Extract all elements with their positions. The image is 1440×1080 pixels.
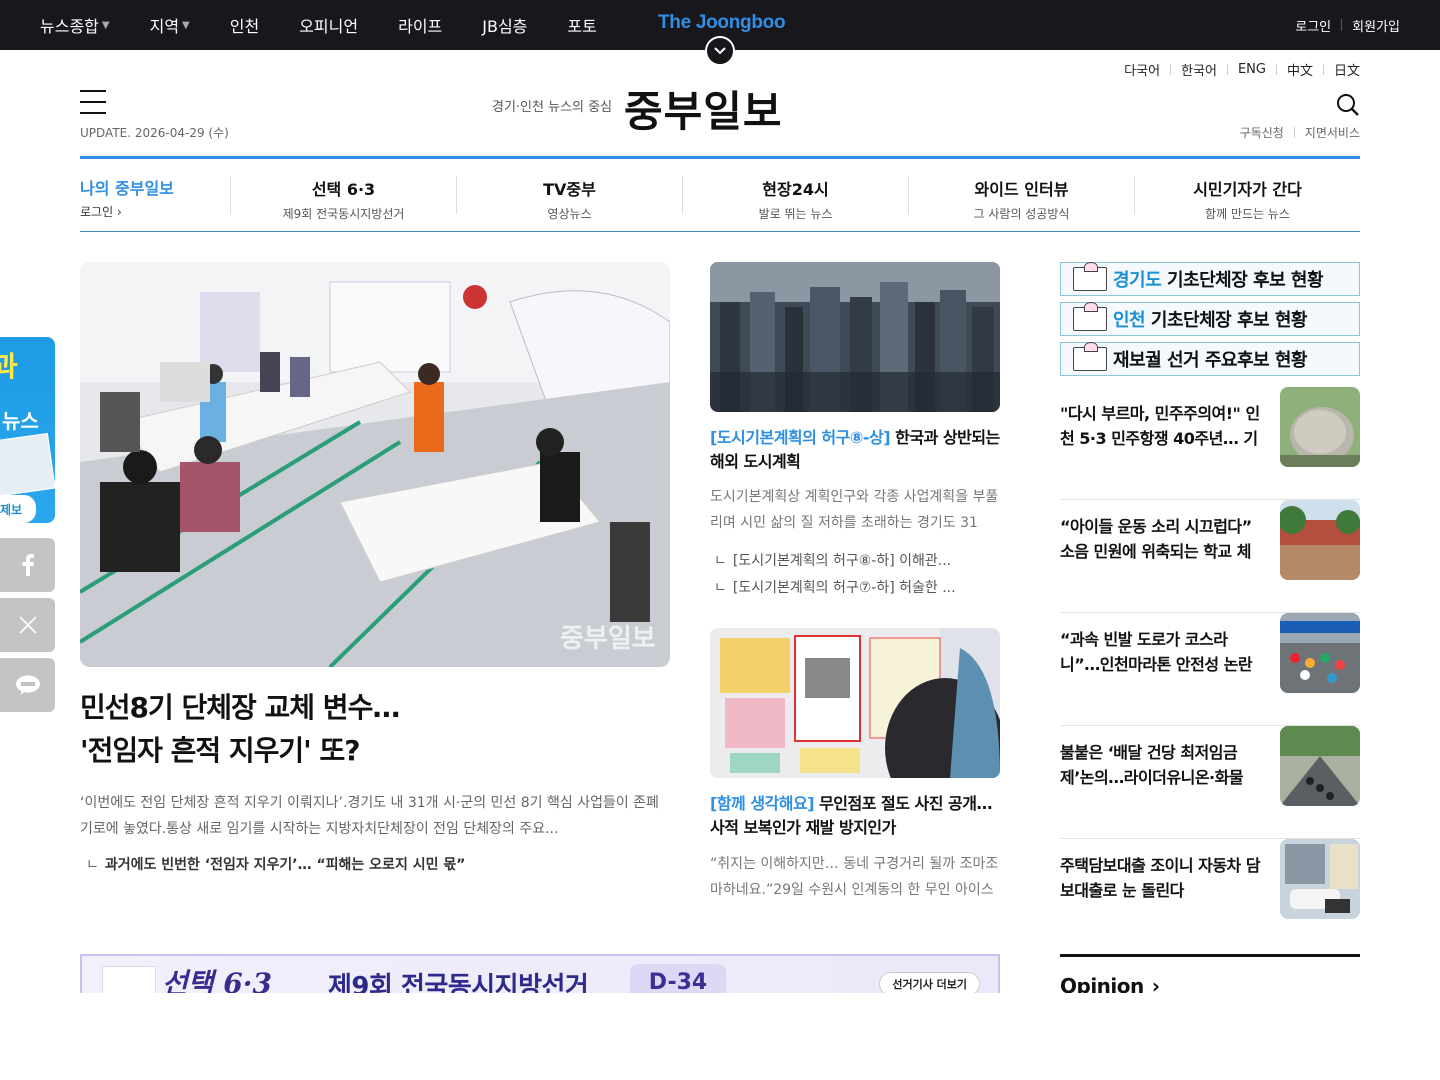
side-news-thumbnail bbox=[1280, 500, 1360, 580]
ballot-box-icon bbox=[1073, 302, 1107, 331]
nav-item-opinion[interactable]: 오피니언 bbox=[299, 13, 358, 37]
mid-article-1-related-1[interactable]: ㄴ [도시기본계획의 허구⑧-하] 이해관... bbox=[714, 550, 1000, 570]
caret-down-icon: ▼ bbox=[101, 19, 110, 31]
side-news-thumbnail bbox=[1280, 839, 1360, 919]
auth-links: 로그인 회원가입 bbox=[1295, 0, 1400, 50]
lead-summary: ‘이번에도 전임 단체장 흔적 지우기 이뤄지나’.경기도 내 31개 시·군의… bbox=[80, 795, 659, 837]
by-election-candidates-button[interactable]: 재보궐 선거 주요후보 현황 bbox=[1060, 342, 1360, 376]
side-news-item[interactable]: 주택담보대출 조이니 자동차 담보대출로 눈 돌린다 bbox=[1060, 839, 1360, 952]
opinion-section-link[interactable]: Opinion › bbox=[1060, 954, 1360, 996]
hamburger-menu-icon[interactable] bbox=[80, 90, 106, 114]
lang-japanese[interactable]: 日文 bbox=[1334, 60, 1360, 79]
mid-article-2-photo[interactable] bbox=[710, 628, 1000, 778]
site-logo[interactable]: 중부일보 bbox=[624, 78, 783, 139]
epaper-link[interactable]: 지면서비스 bbox=[1305, 124, 1360, 141]
nav-item-jb-indepth[interactable]: JB심층 bbox=[482, 13, 527, 37]
side-news-item[interactable]: “과속 빈발 도로가 코스라니”…인천마라톤 안전성 논란 bbox=[1060, 613, 1360, 726]
chevron-right-icon: › bbox=[116, 205, 122, 219]
nav-item-photo[interactable]: 포토 bbox=[567, 13, 596, 37]
language-selector: 다국어 한국어 ENG 中文 日文 bbox=[1124, 60, 1360, 79]
banner-dday: D-34 bbox=[630, 964, 726, 994]
gyeonggi-candidates-button[interactable]: 경기도 기초단체장 후보 현황 bbox=[1060, 262, 1360, 296]
login-link[interactable]: 로그인 bbox=[1295, 16, 1331, 35]
banner-more-button[interactable]: 선거기사 더보기 bbox=[879, 972, 980, 994]
section-election[interactable]: 선택 6·3 제9회 전국동시지방선거 bbox=[230, 176, 456, 221]
side-news-thumbnail bbox=[1280, 726, 1360, 806]
divider bbox=[1341, 19, 1343, 31]
floating-promo-banner[interactable]: 과 뉴스 제보 bbox=[0, 337, 55, 523]
store-notice-photo bbox=[710, 628, 1000, 778]
related-marker-icon: ㄴ bbox=[86, 857, 99, 873]
facebook-share-icon[interactable] bbox=[0, 538, 55, 592]
section-citizen-reporter[interactable]: 시민기자가 간다 함께 만드는 뉴스 bbox=[1134, 176, 1360, 221]
polling-station-photo: 중부일보 bbox=[80, 262, 670, 667]
nav-item-region[interactable]: 지역 ▼ bbox=[150, 13, 190, 37]
lang-english[interactable]: ENG bbox=[1238, 62, 1266, 77]
the-joongboo-link[interactable]: The Joongboo bbox=[658, 12, 786, 34]
lang-korean[interactable]: 한국어 bbox=[1181, 60, 1217, 79]
subscribe-link[interactable]: 구독신청 bbox=[1240, 124, 1284, 141]
signup-link[interactable]: 회원가입 bbox=[1352, 16, 1400, 35]
chevron-down-icon bbox=[714, 47, 726, 55]
lead-photo[interactable]: 중부일보 bbox=[80, 262, 670, 667]
mid-article-1-related-2[interactable]: ㄴ [도시기본계획의 허구⑦-하] 허술한 ... bbox=[714, 577, 1000, 597]
mid-article-2-summary: “취지는 이해하지만… 동네 구경거리 될까 조마조마하네요.”29일 수원시 … bbox=[710, 856, 999, 898]
side-news-item[interactable]: "다시 부르마, 민주주의여!" 인천 5·3 민주항쟁 40주년… 기 bbox=[1060, 387, 1360, 500]
ballot-box-icon bbox=[1073, 342, 1107, 371]
lang-chinese[interactable]: 中文 bbox=[1287, 60, 1313, 79]
side-news-thumbnail bbox=[1280, 613, 1360, 693]
lead-headline[interactable]: 민선8기 단체장 교체 변수… '전임자 흔적 지우기' 또? bbox=[80, 686, 670, 772]
my-joongboo-title[interactable]: 나의 중부일보 bbox=[80, 175, 230, 199]
section-wide-interview[interactable]: 와이드 인터뷰 그 사람의 성공방식 bbox=[908, 176, 1134, 221]
mid-article-1-summary: 도시기본계획상 계획인구와 각종 사업계획을 부풀리며 시민 삶의 질 저하를 … bbox=[710, 489, 999, 531]
my-joongboo: 나의 중부일보 로그인 › bbox=[80, 175, 230, 220]
ballot-box-icon bbox=[1073, 262, 1107, 291]
section-field24[interactable]: 현장24시 발로 뛰는 뉴스 bbox=[682, 176, 908, 221]
mid-article-1-headline[interactable]: [도시기본계획의 허구⑧-상] 한국과 상반되는 해외 도시계획 bbox=[710, 426, 1000, 474]
update-date: UPDATE. 2026-04-29 (수) bbox=[80, 126, 229, 140]
search-icon[interactable] bbox=[1336, 93, 1360, 117]
banner-headline: 제9회 전국동시지방선거 bbox=[328, 972, 589, 994]
mid-article-1-photo[interactable] bbox=[710, 262, 1000, 412]
side-news-item[interactable]: 불붙은 ‘배달 건당 최저임금제’논의…라이더유니온·화물 bbox=[1060, 726, 1360, 839]
city-skyline-photo bbox=[710, 262, 1000, 412]
election-banner[interactable]: 선택 6·3 제9회 전국동시지방선거 D-34 선거기사 더보기 bbox=[80, 954, 1000, 994]
kakaotalk-share-icon[interactable] bbox=[0, 658, 55, 712]
mid-article-2-headline[interactable]: [함께 생각해요] 무인점포 절도 사진 공개… 사적 보복인가 재발 방지인가 bbox=[710, 792, 1000, 840]
my-joongboo-login[interactable]: 로그인 › bbox=[80, 203, 230, 220]
nav-item-life[interactable]: 라이프 bbox=[398, 13, 442, 37]
subscription-links: 구독신청 지면서비스 bbox=[1240, 124, 1360, 141]
nav-item-incheon[interactable]: 인천 bbox=[230, 13, 259, 37]
lang-multi[interactable]: 다국어 bbox=[1124, 60, 1160, 79]
main-nav: 뉴스종합 ▼ 지역 ▼ 인천 오피니언 라이프 JB심층 포토 bbox=[40, 0, 637, 50]
section-nav: 나의 중부일보 로그인 › 선택 6·3 제9회 전국동시지방선거 TV중부 영상뉴… bbox=[80, 156, 1360, 232]
newspaper-icon bbox=[0, 432, 55, 498]
caret-down-icon: ▼ bbox=[182, 19, 190, 31]
menu-expand-button[interactable] bbox=[705, 36, 735, 66]
section-tv[interactable]: TV중부 영상뉴스 bbox=[456, 176, 682, 221]
incheon-candidates-button[interactable]: 인천 기초단체장 후보 현황 bbox=[1060, 302, 1360, 336]
photo-watermark: 중부일보 bbox=[560, 624, 656, 654]
ballot-box-icon bbox=[102, 966, 156, 994]
side-news-thumbnail bbox=[1280, 387, 1360, 467]
tagline: 경기·인천 뉴스의 중심 bbox=[492, 100, 613, 115]
page-bottom-area bbox=[0, 993, 1440, 1080]
banner-script-title: 선택 6·3 bbox=[162, 967, 272, 994]
side-news-item[interactable]: “아이들 운동 소리 시끄럽다” 소음 민원에 위축되는 학교 체 bbox=[1060, 500, 1360, 613]
nav-item-news[interactable]: 뉴스종합 ▼ bbox=[40, 13, 110, 37]
lead-related-link[interactable]: ㄴ 과거에도 빈번한 ‘전임자 지우기’… “피해는 오로지 시민 몫” bbox=[86, 854, 465, 874]
x-share-icon[interactable] bbox=[0, 598, 55, 652]
